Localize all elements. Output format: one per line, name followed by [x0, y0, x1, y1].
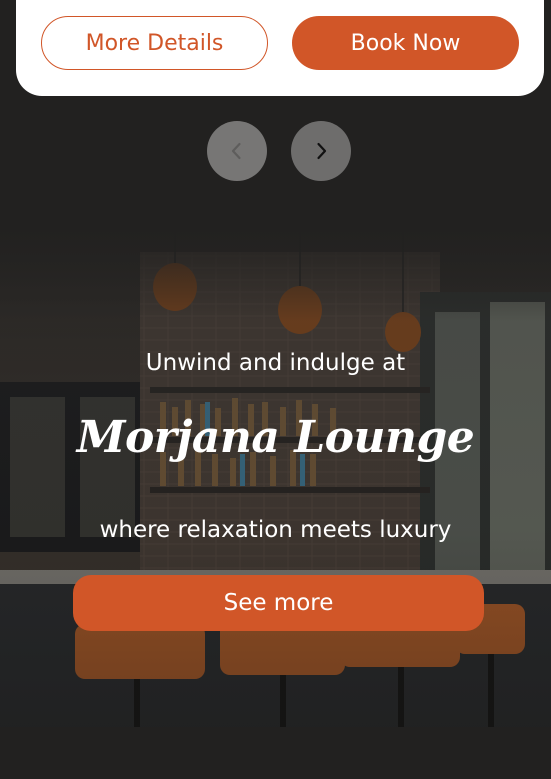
booking-card: More Details Book Now — [16, 0, 544, 96]
book-now-button[interactable]: Book Now — [292, 16, 519, 70]
hero-overlay — [0, 232, 551, 727]
chevron-left-icon — [231, 142, 241, 160]
carousel-next-button[interactable] — [291, 121, 351, 181]
lounge-hero-banner: Unwind and indulge at Morjana Lounge whe… — [0, 232, 551, 727]
hero-eyebrow: Unwind and indulge at — [145, 350, 406, 376]
chevron-right-icon — [317, 142, 327, 160]
more-details-button[interactable]: More Details — [41, 16, 268, 70]
see-more-button[interactable]: See more — [73, 575, 484, 631]
hero-title: Morjana Lounge — [76, 412, 475, 463]
carousel-prev-button[interactable] — [207, 121, 267, 181]
hero-subtitle: where relaxation meets luxury — [99, 517, 452, 543]
